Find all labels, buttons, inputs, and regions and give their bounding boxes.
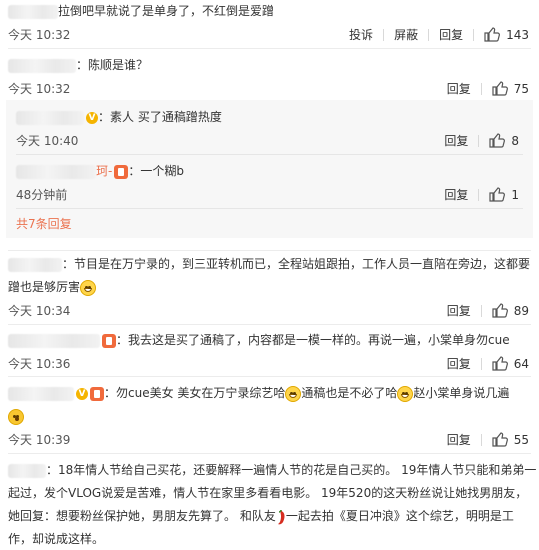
like-count: 1 xyxy=(511,187,519,202)
thumbs-up-icon xyxy=(492,356,508,371)
thumbs-up-icon xyxy=(492,303,508,318)
reply-divider xyxy=(16,154,523,155)
comment-text: 通稿也是不必了哈 xyxy=(301,386,398,400)
comment-divider xyxy=(8,453,531,454)
reply-button[interactable]: 回复 xyxy=(444,186,468,203)
comment-text: ：我去这是买了通稿了，内容都是一模一样的。再说一遍，小棠单身勿cue xyxy=(116,333,510,347)
comment-divider xyxy=(8,376,531,377)
grin-emoji xyxy=(285,385,302,402)
like-count: 89 xyxy=(513,303,529,318)
action-divider xyxy=(480,433,482,446)
action-divider xyxy=(480,304,482,317)
action-divider xyxy=(473,28,475,41)
action-divider xyxy=(480,82,482,95)
action-divider xyxy=(428,28,430,41)
vip-badge-icon: V xyxy=(86,111,98,124)
like-button[interactable]: 89 xyxy=(492,303,529,318)
comment-text: 一起去拍《夏日冲浪》这个综艺，明明是工 xyxy=(285,509,514,523)
comment-time: 今天 10:32 xyxy=(8,28,71,42)
thumbs-up-icon xyxy=(492,81,508,96)
comment-divider xyxy=(8,48,531,49)
reply-button[interactable]: 回复 xyxy=(447,302,471,319)
comment-time: 今天 10:36 xyxy=(8,357,71,371)
reply-button[interactable]: 回复 xyxy=(447,80,471,97)
action-divider xyxy=(480,357,482,370)
comment-text: 起过，发个VLOG说爱是苦难，情人节在家里多看看电影。 19年520的这天粉丝说… xyxy=(8,486,528,500)
member-tag-icon xyxy=(102,333,116,348)
commenter-name[interactable] xyxy=(8,386,74,401)
like-button[interactable]: 75 xyxy=(492,81,529,96)
block-button[interactable]: 屏蔽 xyxy=(394,26,418,43)
like-button[interactable]: 64 xyxy=(492,356,529,371)
comment-divider xyxy=(8,324,531,325)
like-count: 64 xyxy=(513,356,529,371)
reply-text: ：一个糊b xyxy=(128,164,184,178)
chili-emoji xyxy=(277,509,285,524)
comment-text: ：勿cue美女 美女在万宁录综艺哈 xyxy=(104,386,286,400)
thumbs-up-icon xyxy=(492,432,508,447)
reply-panel: V ：素人 买了通稿蹭热度 今天 10:40 回复 8 珂- ：一个糊b 48分钟前… xyxy=(6,100,533,238)
comment-divider xyxy=(8,250,531,251)
reply-button[interactable]: 回复 xyxy=(447,355,471,372)
report-button[interactable]: 投诉 xyxy=(349,26,373,43)
commenter-name[interactable] xyxy=(8,463,46,478)
comment-time: 今天 10:34 xyxy=(8,304,71,318)
action-divider xyxy=(478,188,480,201)
replier-name-tail[interactable]: 珂- xyxy=(96,164,112,178)
comment-time: 今天 10:39 xyxy=(8,433,71,447)
vip-badge-icon: V xyxy=(76,387,88,400)
thumbs-up-icon xyxy=(484,27,501,42)
like-count: 8 xyxy=(511,133,519,148)
reply-button[interactable]: 回复 xyxy=(444,132,468,149)
commenter-name[interactable] xyxy=(8,257,62,272)
reply-text: ：素人 买了通稿蹭热度 xyxy=(98,110,222,124)
member-tag-icon xyxy=(90,386,104,401)
like-count: 75 xyxy=(513,81,529,96)
comment-text: 拉倒吧早就说了是单身了，不红倒是爱蹭 xyxy=(58,4,275,18)
comment-text: ：陈顺是谁？ xyxy=(76,58,149,72)
comment-text: ：18年情人节给自己买花，还要解释一遍情人节的花是自己买的。 19年情人节只能和… xyxy=(46,463,537,477)
commenter-name[interactable] xyxy=(8,333,100,348)
like-button[interactable]: 55 xyxy=(492,432,529,447)
reply-divider xyxy=(16,208,523,209)
action-divider xyxy=(383,28,385,41)
more-replies-link[interactable]: 共7条回复 xyxy=(16,213,72,235)
surprised-emoji xyxy=(8,408,24,425)
replier-name[interactable] xyxy=(16,164,96,179)
comment-text: ：节目是在万宁录的，到三亚转机而已，全程站姐跟拍，工作人员一直陪在旁边，这都要 xyxy=(62,257,531,271)
like-count: 55 xyxy=(513,432,529,447)
comment-text: 作，却说成这样。 xyxy=(8,532,105,546)
commenter-name[interactable] xyxy=(8,4,58,19)
comment-text: 蹭也是够厉害 xyxy=(8,280,81,294)
like-button[interactable]: 143 xyxy=(484,27,529,42)
grin-emoji xyxy=(397,385,414,402)
commenter-name[interactable] xyxy=(8,58,76,73)
like-count: 143 xyxy=(506,27,529,42)
thumbs-up-icon xyxy=(489,187,506,202)
like-button[interactable]: 8 xyxy=(489,133,519,148)
comment-text: 她回复：想要粉丝保护她，男朋友先算了。 和队友 xyxy=(8,509,276,523)
comment-time: 今天 10:32 xyxy=(8,82,71,96)
thumbs-up-icon xyxy=(489,133,506,148)
like-button[interactable]: 1 xyxy=(489,187,519,202)
reply-time: 今天 10:40 xyxy=(16,134,79,148)
replier-name[interactable] xyxy=(16,110,84,125)
action-divider xyxy=(478,134,480,147)
member-tag-icon xyxy=(114,164,129,179)
comment-text: 赵小棠单身说几遍 xyxy=(413,386,510,400)
reply-button[interactable]: 回复 xyxy=(439,26,463,43)
reply-button[interactable]: 回复 xyxy=(447,431,471,448)
grin-emoji xyxy=(80,279,97,296)
reply-time: 48分钟前 xyxy=(16,188,68,202)
